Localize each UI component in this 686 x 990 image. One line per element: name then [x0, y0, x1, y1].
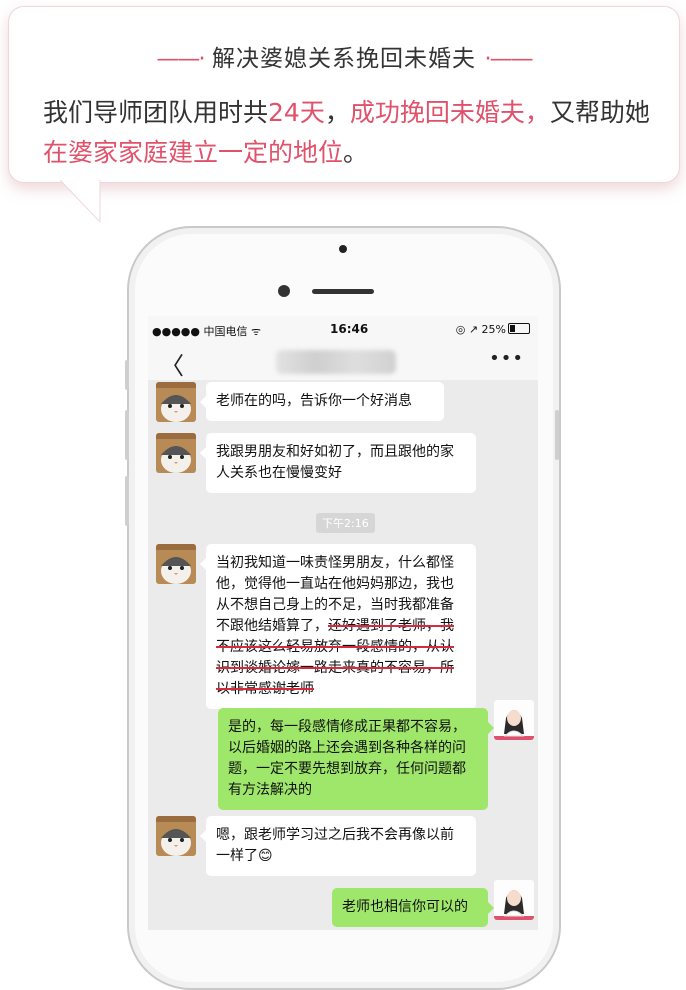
- chat-navbar: 〈 •••: [148, 342, 538, 380]
- message-incoming: 嗯，跟老师学习过之后我不会再像以前一样了😊: [200, 816, 476, 876]
- message-outgoing: 老师也相信你可以的: [332, 888, 494, 927]
- battery-text: ◎ ↗ 25%: [455, 323, 506, 336]
- battery-fill: [510, 325, 515, 332]
- cat-avatar[interactable]: [156, 433, 196, 473]
- message-incoming: 老师在的吗，告诉你一个好消息: [200, 382, 444, 421]
- intro-line-a: 我们导师团队用时共: [43, 98, 269, 127]
- more-options-icon[interactable]: •••: [489, 348, 524, 369]
- phone-sensor: [339, 245, 347, 253]
- phone-power-button: [555, 410, 559, 460]
- phone-volume-up: [125, 410, 129, 460]
- mentor-avatar[interactable]: [494, 880, 534, 920]
- intro-status: 在婆家家庭建立一定的地位: [43, 138, 344, 167]
- earpiece-speaker: [312, 289, 374, 294]
- heading-dash-right: ·——: [484, 46, 533, 72]
- heading-dash-left: ——·: [156, 46, 205, 72]
- banner-bubble: ——· 解决婆媳关系挽回未婚夫 ·—— 我们导师团队用时共24天，成功挽回未婚夫…: [8, 6, 680, 183]
- banner-intro: 我们导师团队用时共24天，成功挽回未婚夫，又帮助她在婆家家庭建立一定的地位。: [43, 93, 653, 173]
- bubble-tail: [60, 180, 101, 222]
- intro-period: 。: [343, 138, 369, 167]
- status-bar: ●●●●● 中国电信 ᯤ 16:46 ◎ ↗ 25%: [148, 316, 538, 342]
- message-outgoing: 是的，每一段感情修成正果都不容易，以后婚姻的路上还会遇到各种各样的问题，一定不要…: [218, 708, 494, 810]
- intro-line-b: 又帮助她: [549, 98, 650, 127]
- carrier-signal: ●●●●● 中国电信 ᯤ: [152, 325, 262, 338]
- chat-timestamp: 下午2:16: [316, 513, 375, 533]
- cat-avatar[interactable]: [156, 544, 196, 584]
- blurred-contact-name: [276, 350, 396, 374]
- message-incoming-long: 当初我知道一味责怪男朋友，什么都怪他，觉得他一直站在他妈妈那边，我也从不想自己身…: [200, 544, 476, 709]
- back-icon[interactable]: 〈: [160, 346, 184, 381]
- phone-volume-down: [125, 476, 129, 526]
- intro-days: 24天: [268, 98, 325, 127]
- front-camera: [278, 285, 290, 297]
- chat-screen: ●●●●● 中国电信 ᯤ 16:46 ◎ ↗ 25% 〈 ••• 老师在的吗，告…: [148, 316, 538, 930]
- banner-heading: ——· 解决婆媳关系挽回未婚夫 ·——: [9, 39, 679, 73]
- intro-success: 成功挽回未婚夫，: [349, 98, 550, 127]
- status-right: ◎ ↗ 25%: [456, 323, 530, 336]
- mentor-avatar[interactable]: [494, 700, 534, 740]
- intro-comma: ，: [324, 98, 350, 127]
- cat-avatar[interactable]: [156, 382, 196, 422]
- battery-icon: [508, 323, 530, 334]
- banner-title: 解决婆媳关系挽回未婚夫: [212, 46, 476, 72]
- status-time: 16:46: [330, 322, 369, 336]
- cat-avatar[interactable]: [156, 816, 196, 856]
- phone-mute-switch: [125, 360, 129, 390]
- message-incoming: 我跟男朋友和好如初了，而且跟他的家人关系也在慢慢变好: [200, 433, 476, 493]
